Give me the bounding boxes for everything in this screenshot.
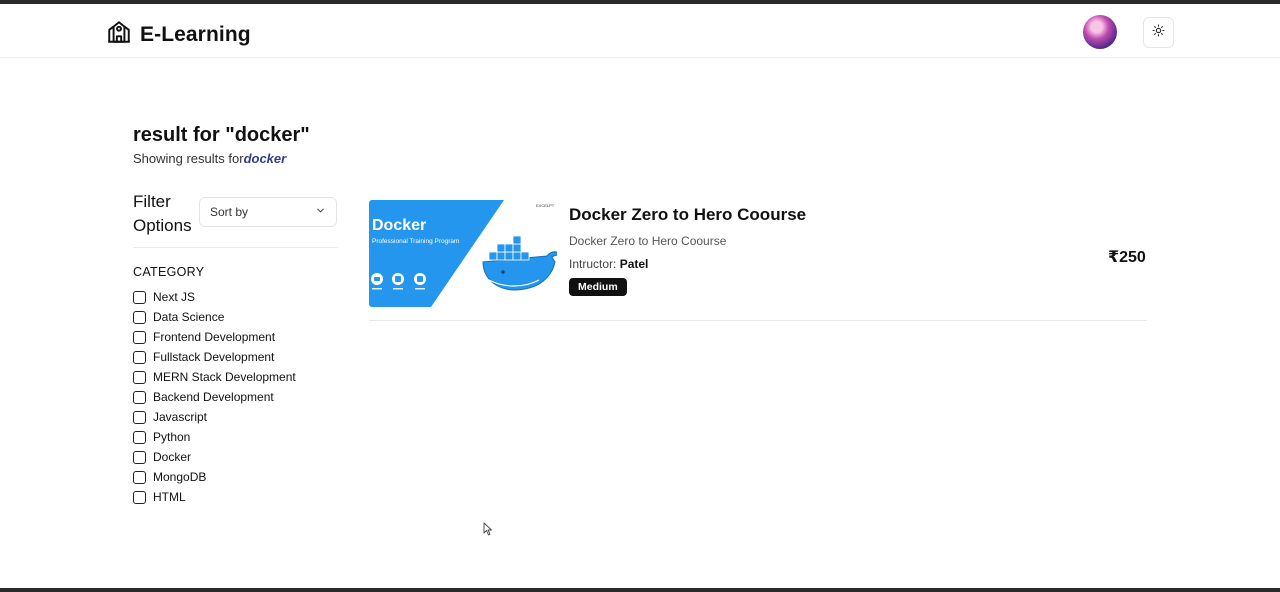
window-bottom-border xyxy=(0,588,1280,592)
category-item[interactable]: Frontend Development xyxy=(133,327,296,347)
thumbnail-heading: Docker xyxy=(372,217,426,234)
category-checkbox[interactable] xyxy=(133,470,146,484)
category-heading: CATEGORY xyxy=(133,265,205,279)
category-label: Frontend Development xyxy=(153,330,276,344)
school-building-icon xyxy=(106,19,132,50)
filter-divider xyxy=(133,247,338,248)
brand-title: E-Learning xyxy=(140,22,251,46)
category-label: Backend Development xyxy=(153,390,274,404)
course-thumbnail[interactable]: Docker Professional Training Program EXC… xyxy=(369,200,557,307)
search-result-subtitle: Showing results fordocker xyxy=(133,151,286,166)
thumbnail-corner-text: EXCELPT xyxy=(536,203,555,208)
category-item[interactable]: Next JS xyxy=(133,287,296,307)
category-label: Data Science xyxy=(153,310,225,324)
navbar: E-Learning xyxy=(0,4,1280,58)
category-checkbox[interactable] xyxy=(133,310,146,324)
search-query: docker xyxy=(243,151,287,166)
chevron-down-icon xyxy=(315,205,326,219)
category-checkbox[interactable] xyxy=(133,450,146,464)
category-item[interactable]: Data Science xyxy=(133,307,296,327)
category-label: Fullstack Development xyxy=(153,350,275,364)
sort-placeholder: Sort by xyxy=(210,205,249,219)
sort-by-select[interactable]: Sort by xyxy=(199,197,337,227)
category-list: Next JS Data Science Frontend Developmen… xyxy=(133,287,296,507)
category-label: Docker xyxy=(153,450,192,464)
category-item[interactable]: MongoDB xyxy=(133,467,296,487)
category-label: Python xyxy=(153,430,191,444)
instructor-label: Intructor: xyxy=(569,257,620,271)
category-checkbox[interactable] xyxy=(133,370,146,384)
course-title[interactable]: Docker Zero to Hero Coourse xyxy=(569,205,806,225)
thumbnail-caption: Professional Training Program xyxy=(372,238,459,245)
search-result-title: result for "docker" xyxy=(133,124,310,146)
category-item[interactable]: Python xyxy=(133,427,296,447)
category-item[interactable]: HTML xyxy=(133,487,296,507)
category-item[interactable]: Fullstack Development xyxy=(133,347,296,367)
category-checkbox[interactable] xyxy=(133,390,146,404)
category-checkbox[interactable] xyxy=(133,410,146,424)
course-instructor: Intructor: Patel xyxy=(569,257,648,271)
category-checkbox[interactable] xyxy=(133,350,146,364)
subtitle-prefix: Showing results for xyxy=(133,151,244,166)
category-item[interactable]: Backend Development xyxy=(133,387,296,407)
mouse-pointer-icon xyxy=(483,522,493,541)
course-result-card[interactable]: Docker Professional Training Program EXC… xyxy=(369,200,1147,321)
course-description: Docker Zero to Hero Coourse xyxy=(569,234,727,248)
sun-icon xyxy=(1152,24,1165,42)
brand-link[interactable]: E-Learning xyxy=(106,19,251,50)
category-label: HTML xyxy=(153,490,186,504)
category-label: Javascript xyxy=(153,410,208,424)
filter-options-label: Filter Options xyxy=(133,192,192,235)
category-item[interactable]: Docker xyxy=(133,447,296,467)
category-item[interactable]: Javascript xyxy=(133,407,296,427)
category-label: Next JS xyxy=(153,290,196,304)
level-badge: Medium xyxy=(569,278,627,296)
category-checkbox[interactable] xyxy=(133,330,146,344)
category-checkbox[interactable] xyxy=(133,290,146,304)
user-avatar[interactable] xyxy=(1083,15,1117,49)
category-item[interactable]: MERN Stack Development xyxy=(133,367,296,387)
theme-toggle-button[interactable] xyxy=(1143,17,1174,48)
category-checkbox[interactable] xyxy=(133,490,146,504)
category-label: MongoDB xyxy=(153,470,207,484)
category-checkbox[interactable] xyxy=(133,430,146,444)
instructor-name: Patel xyxy=(619,257,649,271)
course-price: ₹250 xyxy=(1108,249,1146,266)
category-label: MERN Stack Development xyxy=(153,370,296,384)
